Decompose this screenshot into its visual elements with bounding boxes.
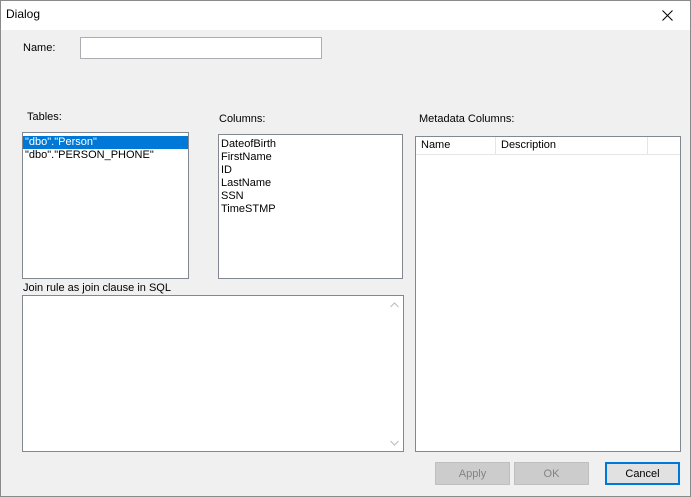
column-list-item[interactable]: FirstName bbox=[219, 151, 402, 164]
scroll-down-button[interactable] bbox=[386, 434, 403, 451]
metadata-columns-label: Metadata Columns: bbox=[419, 113, 515, 125]
column-header-description[interactable]: Description bbox=[496, 137, 648, 154]
join-rule-textarea[interactable] bbox=[22, 295, 404, 452]
column-list-item[interactable]: DateofBirth bbox=[219, 138, 402, 151]
column-list-item[interactable]: ID bbox=[219, 164, 402, 177]
name-input[interactable] bbox=[80, 37, 322, 59]
columns-label: Columns: bbox=[219, 113, 266, 125]
table-list-item[interactable]: "dbo"."PERSON_PHONE" bbox=[23, 149, 188, 162]
column-list-item[interactable]: LastName bbox=[219, 177, 402, 190]
tables-listbox[interactable]: "dbo"."Person" "dbo"."PERSON_PHONE" bbox=[22, 132, 189, 279]
table-list-item[interactable]: "dbo"."Person" bbox=[23, 136, 188, 149]
ok-button[interactable]: OK bbox=[514, 462, 589, 485]
name-label: Name: bbox=[23, 42, 56, 54]
scroll-up-button[interactable] bbox=[386, 296, 403, 313]
apply-button[interactable]: Apply bbox=[435, 462, 510, 485]
column-list-item[interactable]: TimeSTMP bbox=[219, 203, 402, 216]
dialog-window: Dialog Name: Tables: "dbo"."Person" "dbo"… bbox=[0, 0, 691, 497]
close-button[interactable] bbox=[644, 1, 690, 30]
join-rule-scrollbar[interactable] bbox=[386, 296, 403, 451]
metadata-columns-listview[interactable]: Name Description bbox=[415, 136, 681, 452]
cancel-button[interactable]: Cancel bbox=[605, 462, 680, 485]
column-header-filler bbox=[648, 137, 680, 154]
tables-label: Tables: bbox=[27, 111, 62, 123]
column-list-item[interactable]: SSN bbox=[219, 190, 402, 203]
chevron-up-icon bbox=[390, 301, 399, 307]
title-bar[interactable]: Dialog bbox=[1, 1, 690, 30]
columns-listbox[interactable]: DateofBirth FirstName ID LastName SSN TimeSTM… bbox=[218, 134, 403, 279]
window-title: Dialog bbox=[6, 7, 41, 21]
join-rule-label: Join rule as join clause in SQL bbox=[23, 282, 171, 294]
chevron-down-icon bbox=[390, 440, 399, 446]
metadata-columns-header: Name Description bbox=[416, 137, 680, 155]
close-icon bbox=[661, 10, 673, 21]
column-header-name[interactable]: Name bbox=[416, 137, 496, 154]
